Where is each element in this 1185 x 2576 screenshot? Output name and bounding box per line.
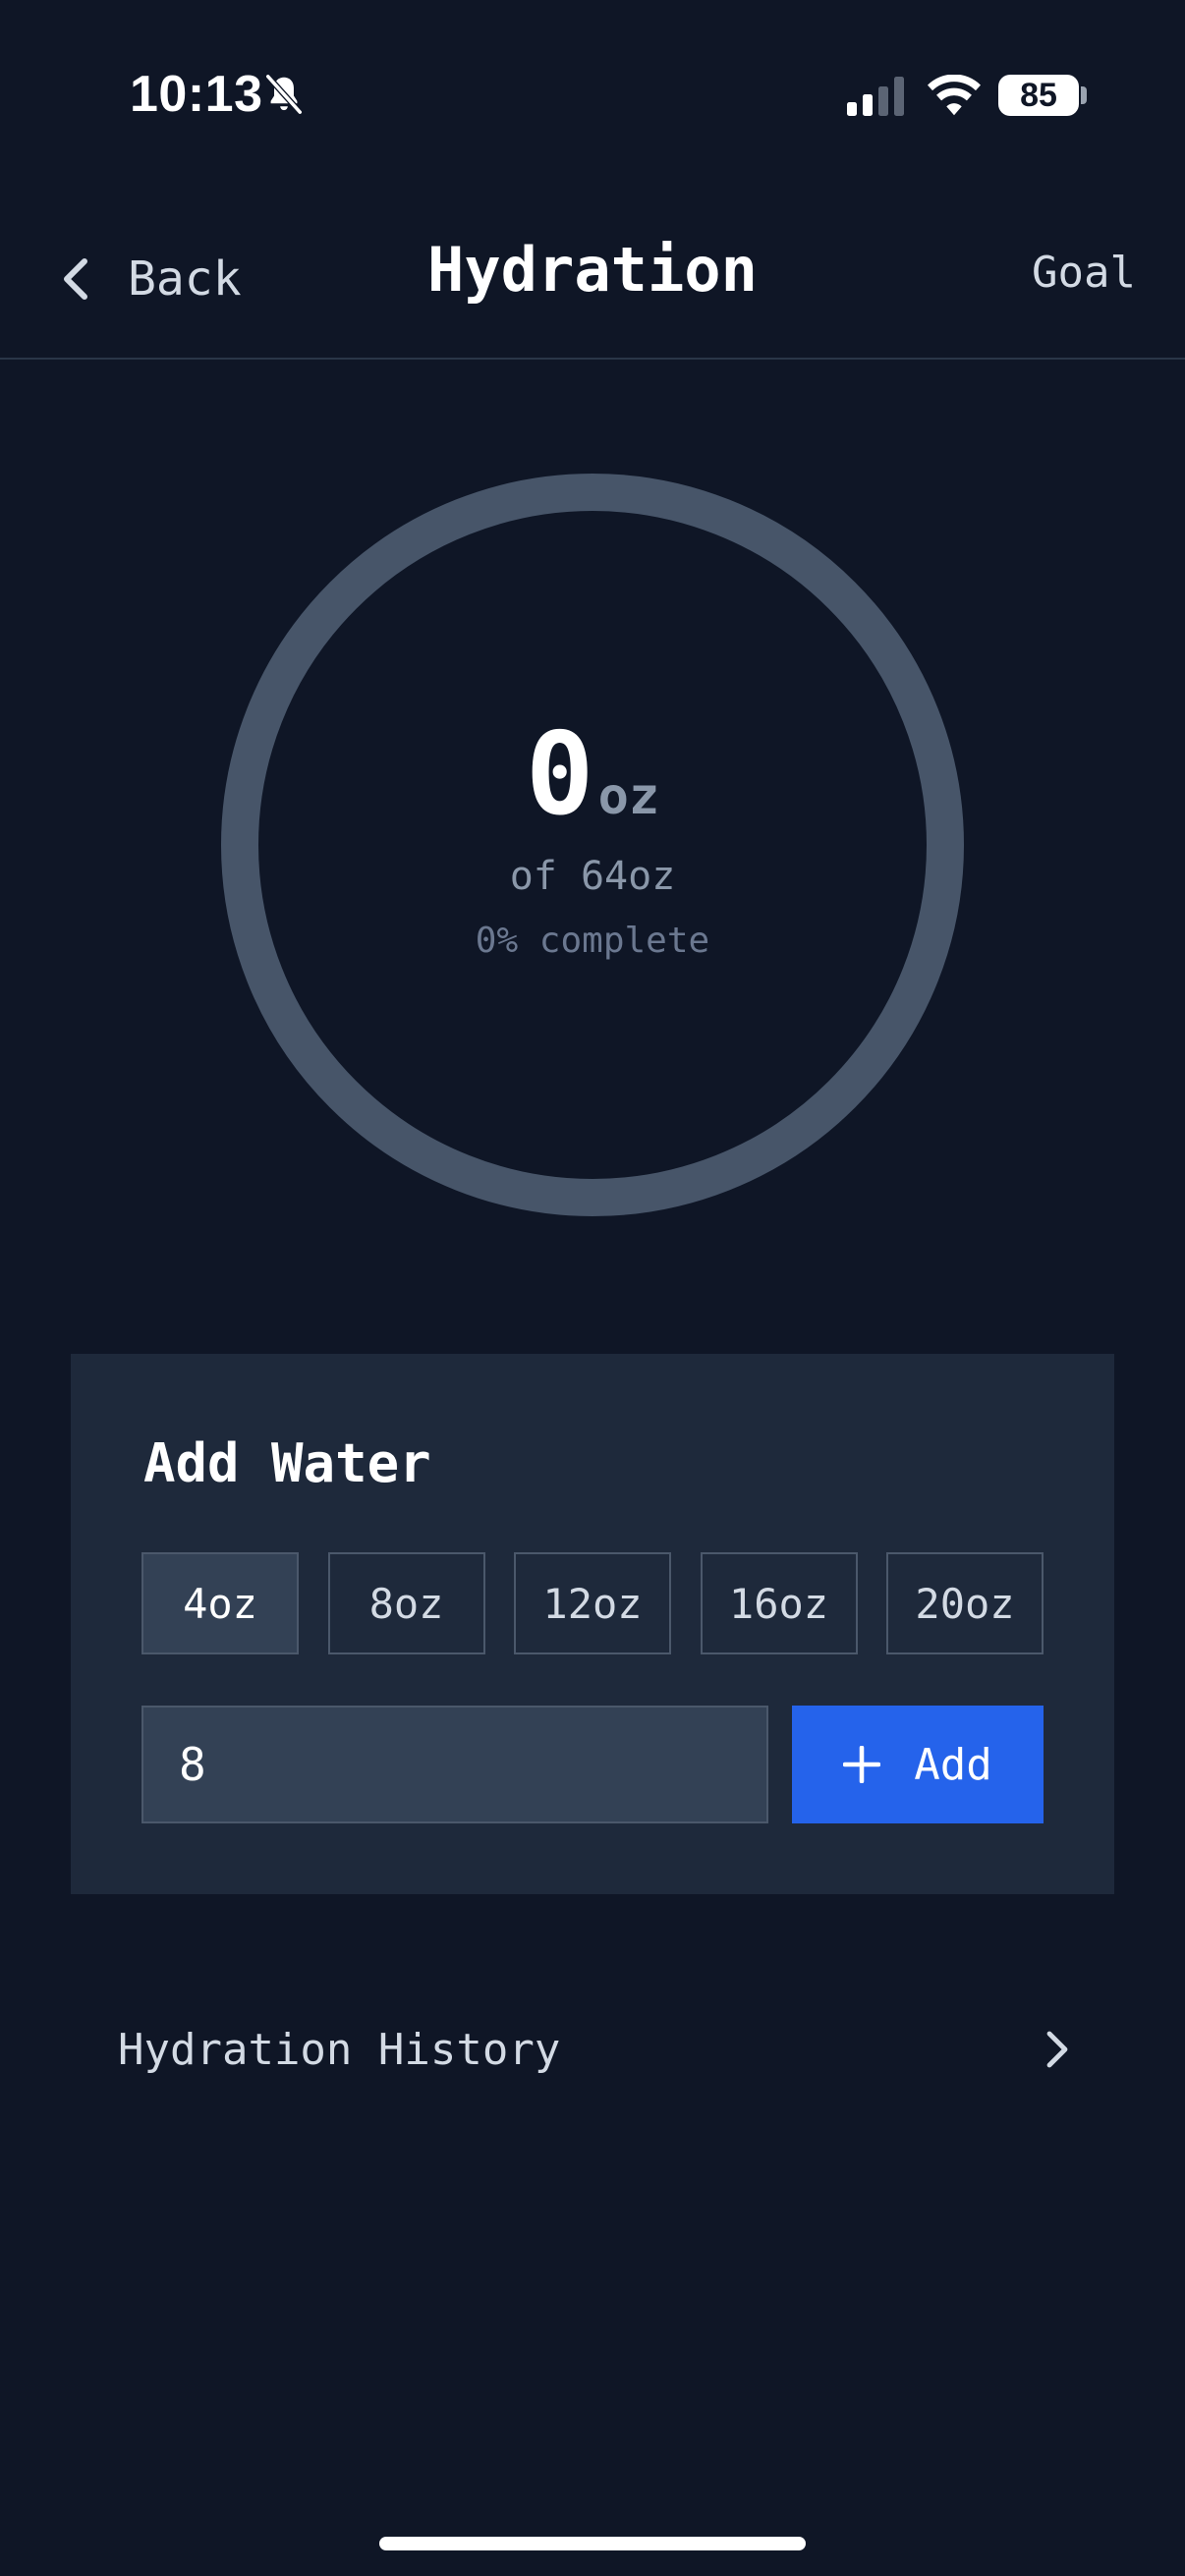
preset-4oz-button[interactable]: 4oz [141, 1552, 299, 1654]
amount-row: 0 oz [525, 707, 660, 841]
battery-indicator: 85 [998, 75, 1079, 116]
wifi-icon [928, 75, 981, 116]
cellular-signal-icon [847, 77, 904, 116]
hydration-history-label: Hydration History [118, 2024, 561, 2075]
status-bar: 10:13 85 [0, 0, 1185, 196]
home-indicator [379, 2537, 806, 2550]
back-label: Back [128, 252, 242, 307]
hydration-history-link[interactable]: Hydration History [71, 2000, 1114, 2099]
battery-cap [1081, 86, 1087, 104]
preset-8oz-button[interactable]: 8oz [327, 1552, 485, 1654]
add-water-card: Add Water 4oz 8oz 12oz 16oz 20oz Add [71, 1354, 1114, 1894]
bell-slash-icon [264, 73, 304, 116]
goal-text: of 64oz [509, 853, 676, 899]
chevron-right-icon [1046, 2031, 1068, 2068]
percent-complete: 0% complete [475, 920, 710, 961]
preset-12oz-button[interactable]: 12oz [514, 1552, 671, 1654]
amount-unit: oz [597, 766, 660, 826]
add-button-label: Add [914, 1739, 992, 1790]
nav-bar: Back Hydration Goal [0, 196, 1185, 360]
amount-value: 0 [525, 707, 594, 841]
status-time: 10:13 [130, 66, 263, 123]
preset-amounts: 4oz 8oz 12oz 16oz 20oz [141, 1552, 1044, 1654]
chevron-left-icon [64, 258, 87, 300]
goal-button[interactable]: Goal [1032, 248, 1136, 298]
back-button[interactable]: Back [57, 244, 242, 314]
preset-16oz-button[interactable]: 16oz [700, 1552, 858, 1654]
plus-icon [843, 1746, 881, 1783]
progress-summary: 0 oz of 64oz 0% complete [219, 472, 966, 1218]
add-button[interactable]: Add [792, 1706, 1044, 1823]
add-water-title: Add Water [143, 1432, 431, 1494]
preset-20oz-button[interactable]: 20oz [886, 1552, 1044, 1654]
amount-input[interactable] [141, 1706, 768, 1823]
progress-ring: 0 oz of 64oz 0% complete [219, 472, 966, 1218]
